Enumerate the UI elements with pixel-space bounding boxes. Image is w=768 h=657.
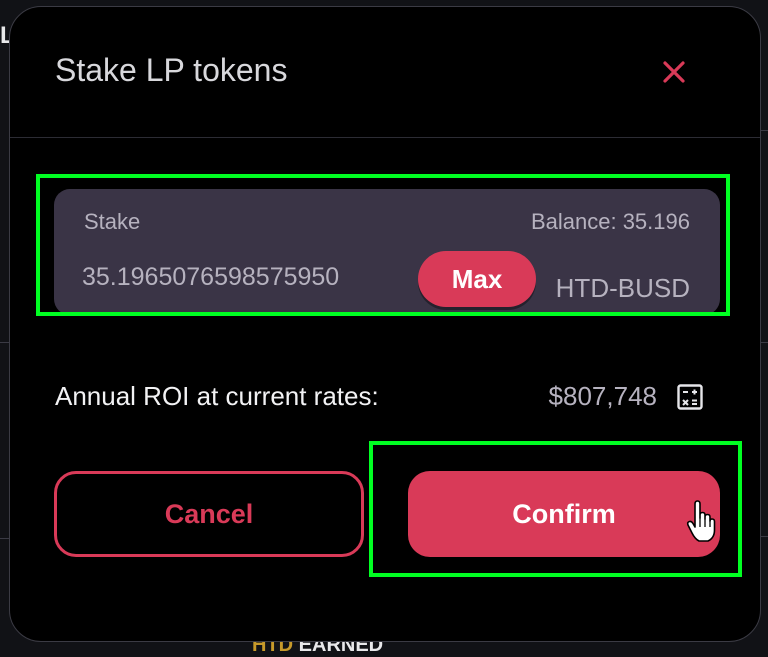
confirm-button[interactable]: Confirm	[408, 471, 720, 557]
balance-label: Balance: 35.196	[530, 209, 690, 234]
stake-input-panel: Stake Balance: 35.196 Max HTD-BUSD	[54, 189, 720, 315]
close-button[interactable]	[656, 54, 692, 90]
calculator-icon[interactable]	[677, 384, 703, 410]
modal-header: Stake LP tokens	[10, 7, 760, 138]
modal-title: Stake LP tokens	[55, 52, 288, 88]
token-symbol: HTD-BUSD	[555, 273, 690, 303]
roi-value: $807,748	[548, 381, 657, 411]
stake-modal: Stake LP tokens Stake Balance: 35.196 Ma…	[9, 6, 761, 642]
stake-label: Stake	[84, 209, 141, 234]
roi-label: Annual ROI at current rates:	[55, 381, 379, 411]
stake-amount-input[interactable]	[82, 257, 402, 297]
max-button[interactable]: Max	[418, 251, 536, 307]
cancel-button[interactable]: Cancel	[54, 471, 364, 557]
close-icon	[663, 61, 685, 83]
